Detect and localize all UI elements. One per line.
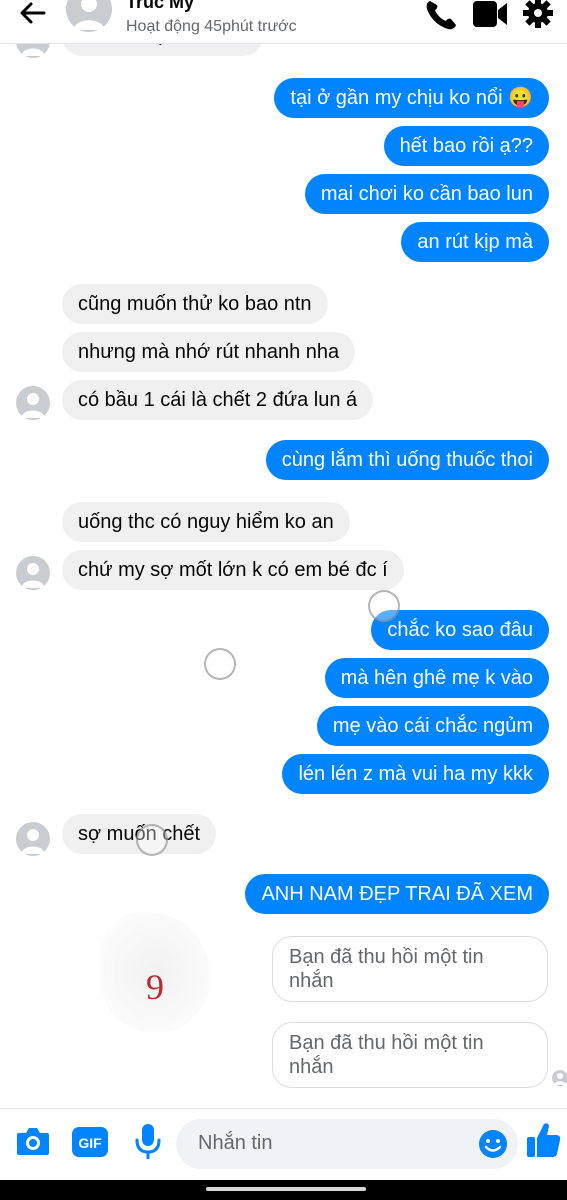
message-incoming[interactable]: cũng muốn thử ko bao ntn	[62, 284, 328, 324]
message-outgoing[interactable]: ANH NAM ĐẸP TRAI ĐÃ XEM	[245, 874, 549, 914]
gif-icon[interactable]: GIF	[72, 1127, 108, 1162]
message-outgoing[interactable]: mà hên ghê mẹ k vào	[324, 658, 549, 698]
touch-indicator	[204, 648, 236, 680]
message-outgoing[interactable]: mai chơi ko cần bao lun	[304, 174, 549, 214]
camera-icon[interactable]	[16, 1125, 50, 1162]
gear-icon[interactable]	[522, 0, 556, 30]
message-input[interactable]: Nhắn tin	[176, 1119, 518, 1169]
seen-avatar	[552, 1070, 567, 1086]
contact-avatar-small[interactable]	[16, 822, 50, 856]
system-navigation-bar	[0, 1180, 567, 1200]
back-arrow-icon[interactable]	[16, 0, 48, 32]
contact-avatar-small[interactable]	[16, 386, 50, 420]
message-incoming[interactable]: nhưng mà nhớ rút nhanh nha	[62, 332, 356, 372]
touch-indicator	[136, 824, 168, 856]
message-outgoing[interactable]: tại ở gần my chịu ko nổi 😛	[274, 78, 549, 118]
message-input-placeholder: Nhắn tin	[198, 1132, 273, 1154]
message-outgoing[interactable]: lén lén z mà vui ha my kkk	[282, 754, 549, 794]
recalled-message[interactable]: Bạn đã thu hồi một tin nhắn	[272, 1022, 548, 1088]
message-incoming[interactable]: chứ my sợ mốt lớn k có em bé đc í	[62, 550, 404, 590]
emoji-icon[interactable]	[478, 1129, 508, 1164]
message-incoming[interactable]: uống thc có nguy hiểm ko an	[62, 502, 350, 542]
contact-avatar[interactable]	[66, 0, 112, 32]
message-outgoing[interactable]: hết bao rồi ạ??	[383, 126, 549, 166]
touch-indicator	[368, 590, 400, 622]
message-composer: GIF Nhắn tin	[0, 1108, 567, 1180]
gif-label: GIF	[78, 1135, 102, 1151]
video-call-icon[interactable]	[472, 0, 507, 30]
home-indicator[interactable]	[206, 1187, 366, 1191]
phone-icon[interactable]	[424, 0, 458, 30]
message-outgoing[interactable]: mẹ vào cái chắc ngủm	[316, 706, 549, 746]
watermark-number: 9	[146, 967, 164, 1007]
message-outgoing[interactable]: cùng lắm thì uống thuốc thoi	[265, 440, 549, 480]
chat-header: Trúc My Hoạt động 45phút trước	[0, 0, 567, 44]
contact-avatar-small[interactable]	[16, 556, 50, 590]
thumbs-up-icon[interactable]	[526, 1121, 562, 1164]
active-status: Hoạt động 45phút trước	[126, 18, 297, 35]
message-incoming[interactable]: có bầu 1 cái là chết 2 đứa lun á	[62, 380, 374, 420]
chat-screen: nên là mẹ ko vô đó Trúc My Hoạt động 45p…	[0, 0, 567, 1200]
contact-name[interactable]: Trúc My	[126, 0, 194, 13]
microphone-icon[interactable]	[134, 1123, 162, 1166]
recalled-message[interactable]: Bạn đã thu hồi một tin nhắn	[272, 936, 548, 1002]
message-outgoing[interactable]: an rút kịp mà	[401, 222, 549, 262]
message-outgoing[interactable]: chắc ko sao đâu	[371, 610, 549, 650]
